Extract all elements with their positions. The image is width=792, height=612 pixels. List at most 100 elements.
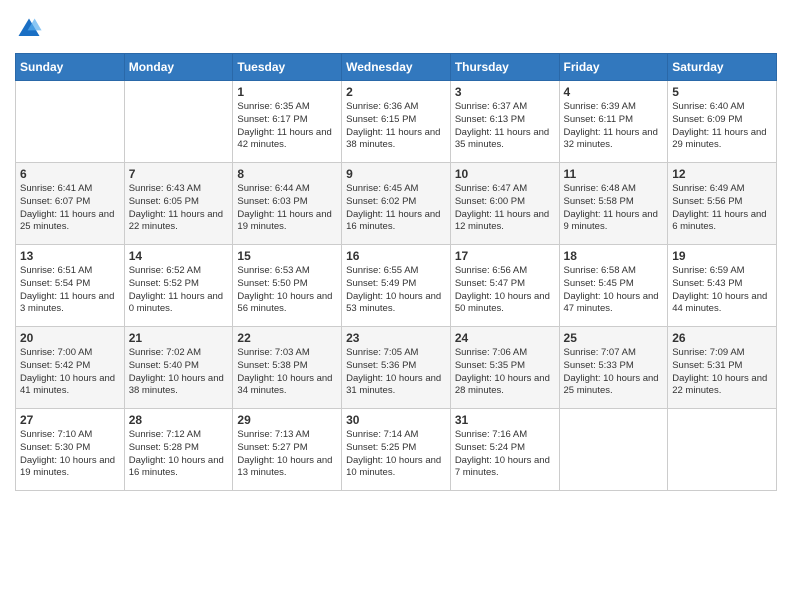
day-number: 27	[20, 413, 120, 427]
calendar-cell: 21 Sunrise: 7:02 AM Sunset: 5:40 PM Dayli…	[124, 327, 233, 409]
day-number: 6	[20, 167, 120, 181]
cell-content: Sunrise: 6:56 AM Sunset: 5:47 PM Dayligh…	[455, 265, 555, 316]
calendar-cell: 7 Sunrise: 6:43 AM Sunset: 6:05 PM Daylig…	[124, 163, 233, 245]
calendar-cell: 18 Sunrise: 6:58 AM Sunset: 5:45 PM Dayli…	[559, 245, 668, 327]
day-number: 22	[237, 331, 337, 345]
calendar-cell	[668, 409, 777, 491]
calendar-cell	[124, 81, 233, 163]
logo-icon	[15, 15, 43, 43]
calendar-cell: 16 Sunrise: 6:55 AM Sunset: 5:49 PM Dayli…	[342, 245, 451, 327]
calendar-cell: 5 Sunrise: 6:40 AM Sunset: 6:09 PM Daylig…	[668, 81, 777, 163]
calendar-cell: 8 Sunrise: 6:44 AM Sunset: 6:03 PM Daylig…	[233, 163, 342, 245]
cell-content: Sunrise: 6:48 AM Sunset: 5:58 PM Dayligh…	[564, 183, 664, 234]
cell-content: Sunrise: 7:05 AM Sunset: 5:36 PM Dayligh…	[346, 347, 446, 398]
column-header-thursday: Thursday	[450, 54, 559, 81]
cell-content: Sunrise: 6:43 AM Sunset: 6:05 PM Dayligh…	[129, 183, 229, 234]
calendar-week-2: 6Sunrise: 6:41 AM Sunset: 6:07 PM Daylig…	[16, 163, 777, 245]
cell-content: Sunrise: 6:47 AM Sunset: 6:00 PM Dayligh…	[455, 183, 555, 234]
calendar-cell: 31Sunrise: 7:16 AM Sunset: 5:24 PM Dayli…	[450, 409, 559, 491]
day-number: 26	[672, 331, 772, 345]
calendar-cell: 29 Sunrise: 7:13 AM Sunset: 5:27 PM Dayli…	[233, 409, 342, 491]
day-number: 11	[564, 167, 664, 181]
calendar-cell	[559, 409, 668, 491]
cell-content: Sunrise: 6:52 AM Sunset: 5:52 PM Dayligh…	[129, 265, 229, 316]
calendar-header-row: SundayMondayTuesdayWednesdayThursdayFrid…	[16, 54, 777, 81]
day-number: 25	[564, 331, 664, 345]
day-number: 24	[455, 331, 555, 345]
cell-content: Sunrise: 6:39 AM Sunset: 6:11 PM Dayligh…	[564, 101, 664, 152]
column-header-sunday: Sunday	[16, 54, 125, 81]
calendar-cell: 20 Sunrise: 7:00 AM Sunset: 5:42 PM Dayli…	[16, 327, 125, 409]
calendar-cell: 15 Sunrise: 6:53 AM Sunset: 5:50 PM Dayli…	[233, 245, 342, 327]
calendar-cell: 10 Sunrise: 6:47 AM Sunset: 6:00 PM Dayli…	[450, 163, 559, 245]
day-number: 10	[455, 167, 555, 181]
cell-content: Sunrise: 7:16 AM Sunset: 5:24 PM Dayligh…	[455, 429, 555, 480]
day-number: 30	[346, 413, 446, 427]
cell-content: Sunrise: 7:00 AM Sunset: 5:42 PM Dayligh…	[20, 347, 120, 398]
cell-content: Sunrise: 6:35 AM Sunset: 6:17 PM Dayligh…	[237, 101, 337, 152]
day-number: 7	[129, 167, 229, 181]
calendar-cell: 3 Sunrise: 6:37 AM Sunset: 6:13 PM Daylig…	[450, 81, 559, 163]
day-number: 17	[455, 249, 555, 263]
day-number: 2	[346, 85, 446, 99]
cell-content: Sunrise: 6:55 AM Sunset: 5:49 PM Dayligh…	[346, 265, 446, 316]
cell-content: Sunrise: 7:03 AM Sunset: 5:38 PM Dayligh…	[237, 347, 337, 398]
cell-content: Sunrise: 6:58 AM Sunset: 5:45 PM Dayligh…	[564, 265, 664, 316]
calendar-cell: 13 Sunrise: 6:51 AM Sunset: 5:54 PM Dayli…	[16, 245, 125, 327]
day-number: 5	[672, 85, 772, 99]
calendar-cell: 11 Sunrise: 6:48 AM Sunset: 5:58 PM Dayli…	[559, 163, 668, 245]
calendar-cell: 1 Sunrise: 6:35 AM Sunset: 6:17 PM Daylig…	[233, 81, 342, 163]
cell-content: Sunrise: 6:45 AM Sunset: 6:02 PM Dayligh…	[346, 183, 446, 234]
cell-content: Sunrise: 6:53 AM Sunset: 5:50 PM Dayligh…	[237, 265, 337, 316]
day-number: 8	[237, 167, 337, 181]
calendar-cell	[16, 81, 125, 163]
day-number: 9	[346, 167, 446, 181]
cell-content: Sunrise: 6:51 AM Sunset: 5:54 PM Dayligh…	[20, 265, 120, 316]
cell-content: Sunrise: 6:40 AM Sunset: 6:09 PM Dayligh…	[672, 101, 772, 152]
column-header-monday: Monday	[124, 54, 233, 81]
cell-content: Sunrise: 6:59 AM Sunset: 5:43 PM Dayligh…	[672, 265, 772, 316]
column-header-friday: Friday	[559, 54, 668, 81]
calendar-table: SundayMondayTuesdayWednesdayThursdayFrid…	[15, 53, 777, 491]
cell-content: Sunrise: 6:36 AM Sunset: 6:15 PM Dayligh…	[346, 101, 446, 152]
day-number: 4	[564, 85, 664, 99]
calendar-week-3: 13 Sunrise: 6:51 AM Sunset: 5:54 PM Dayli…	[16, 245, 777, 327]
calendar-cell: 2 Sunrise: 6:36 AM Sunset: 6:15 PM Daylig…	[342, 81, 451, 163]
day-number: 14	[129, 249, 229, 263]
column-header-tuesday: Tuesday	[233, 54, 342, 81]
day-number: 29	[237, 413, 337, 427]
page-header	[15, 15, 777, 43]
cell-content: Sunrise: 7:12 AM Sunset: 5:28 PM Dayligh…	[129, 429, 229, 480]
cell-content: Sunrise: 7:02 AM Sunset: 5:40 PM Dayligh…	[129, 347, 229, 398]
cell-content: Sunrise: 7:09 AM Sunset: 5:31 PM Dayligh…	[672, 347, 772, 398]
calendar-cell: 19 Sunrise: 6:59 AM Sunset: 5:43 PM Dayli…	[668, 245, 777, 327]
calendar-cell: 30Sunrise: 7:14 AM Sunset: 5:25 PM Dayli…	[342, 409, 451, 491]
day-number: 18	[564, 249, 664, 263]
calendar-cell: 25 Sunrise: 7:07 AM Sunset: 5:33 PM Dayli…	[559, 327, 668, 409]
day-number: 19	[672, 249, 772, 263]
day-number: 28	[129, 413, 229, 427]
day-number: 20	[20, 331, 120, 345]
day-number: 3	[455, 85, 555, 99]
calendar-cell: 17 Sunrise: 6:56 AM Sunset: 5:47 PM Dayli…	[450, 245, 559, 327]
calendar-week-5: 27 Sunrise: 7:10 AM Sunset: 5:30 PM Dayli…	[16, 409, 777, 491]
calendar-cell: 26 Sunrise: 7:09 AM Sunset: 5:31 PM Dayli…	[668, 327, 777, 409]
day-number: 13	[20, 249, 120, 263]
calendar-cell: 4 Sunrise: 6:39 AM Sunset: 6:11 PM Daylig…	[559, 81, 668, 163]
logo	[15, 15, 47, 43]
day-number: 16	[346, 249, 446, 263]
day-number: 1	[237, 85, 337, 99]
day-number: 21	[129, 331, 229, 345]
cell-content: Sunrise: 6:37 AM Sunset: 6:13 PM Dayligh…	[455, 101, 555, 152]
calendar-cell: 9 Sunrise: 6:45 AM Sunset: 6:02 PM Daylig…	[342, 163, 451, 245]
calendar-cell: 28 Sunrise: 7:12 AM Sunset: 5:28 PM Dayli…	[124, 409, 233, 491]
cell-content: Sunrise: 7:10 AM Sunset: 5:30 PM Dayligh…	[20, 429, 120, 480]
column-header-wednesday: Wednesday	[342, 54, 451, 81]
cell-content: Sunrise: 7:13 AM Sunset: 5:27 PM Dayligh…	[237, 429, 337, 480]
cell-content: Sunrise: 6:44 AM Sunset: 6:03 PM Dayligh…	[237, 183, 337, 234]
day-number: 15	[237, 249, 337, 263]
day-number: 23	[346, 331, 446, 345]
calendar-cell: 14 Sunrise: 6:52 AM Sunset: 5:52 PM Dayli…	[124, 245, 233, 327]
cell-content: Sunrise: 7:07 AM Sunset: 5:33 PM Dayligh…	[564, 347, 664, 398]
cell-content: Sunrise: 6:49 AM Sunset: 5:56 PM Dayligh…	[672, 183, 772, 234]
